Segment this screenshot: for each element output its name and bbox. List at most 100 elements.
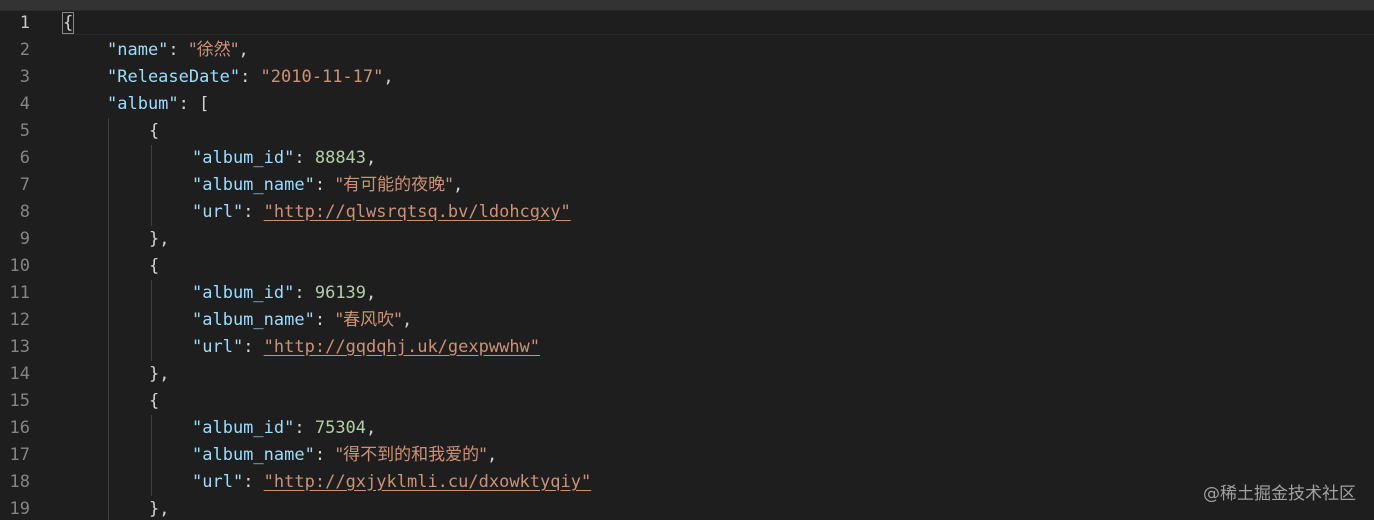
- quote: ": [580, 472, 592, 492]
- json-key: "album_name": [192, 310, 315, 330]
- colon: :: [294, 148, 315, 168]
- line-number: 17: [9, 445, 30, 465]
- code-line-2: "name": "徐然",: [107, 37, 249, 64]
- line-number: 11: [9, 283, 30, 303]
- comma: ,: [383, 67, 394, 87]
- code-line-17: "album_name": "得不到的和我爱的",: [192, 442, 497, 469]
- code-line-13: "url": "http://gqdqhj.uk/gexpwwhw": [192, 334, 540, 361]
- close-brace: },: [149, 364, 170, 384]
- colon: :: [314, 310, 336, 330]
- line-number: 1: [19, 13, 30, 33]
- code-line-16: "album_id": 75304,: [192, 415, 376, 442]
- code-line-18: "url": "http://gxjyklmli.cu/dxowktyqiy": [192, 469, 591, 496]
- code-line-19: },: [149, 496, 169, 520]
- open-brace: {: [149, 391, 160, 411]
- quote: ": [263, 202, 274, 222]
- line-number: 5: [19, 121, 30, 141]
- open-brace: {: [149, 256, 160, 276]
- comma: ,: [401, 310, 413, 330]
- comma: ,: [366, 283, 377, 303]
- code-line-14: },: [149, 361, 169, 388]
- comma: ,: [366, 418, 377, 438]
- open-brace: {: [61, 12, 75, 34]
- json-key: "url": [192, 337, 244, 357]
- colon: :: [243, 202, 264, 222]
- line-number: 7: [19, 175, 30, 195]
- code-line-6: "album_id": 88843,: [192, 145, 376, 172]
- json-key: "album_name": [192, 175, 315, 195]
- url-link[interactable]: http://gqdqhj.uk/gexpwwhw: [274, 337, 530, 357]
- comma: ,: [452, 175, 464, 195]
- line-number: 3: [19, 67, 30, 87]
- line-number: 13: [9, 337, 30, 357]
- code-line-4: "album": [: [107, 91, 209, 118]
- line-number: 12: [9, 310, 30, 330]
- json-number: 88843: [314, 148, 367, 168]
- json-key: "name": [107, 40, 169, 60]
- colon: :: [294, 418, 315, 438]
- json-number: 96139: [314, 283, 367, 303]
- line-number: 18: [9, 472, 30, 492]
- code-editor[interactable]: 1 2 3 4 5 6 7 8 9 10 11 12 13 14 15 16 1…: [0, 0, 1374, 520]
- url-link[interactable]: http://qlwsrqtsq.bv/ldohcgxy: [274, 202, 561, 222]
- json-key: "album_id": [192, 418, 295, 438]
- line-number: 2: [19, 40, 30, 60]
- colon: :: [314, 175, 336, 195]
- quote: ": [560, 202, 571, 222]
- json-number: 75304: [314, 418, 367, 438]
- colon: :: [243, 337, 264, 357]
- code-line-1: {: [61, 10, 75, 37]
- indent-guide: [108, 118, 109, 520]
- url-string: "http://gxjyklmli.cu/dxowktyqiy": [264, 472, 592, 492]
- code-line-7: "album_name": "有可能的夜晚",: [192, 172, 463, 199]
- colon: :: [314, 445, 336, 465]
- code-line-8: "url": "http://qlwsrqtsq.bv/ldohcgxy": [192, 199, 571, 226]
- open-bracket: [: [199, 94, 210, 114]
- code-line-9: },: [149, 226, 169, 253]
- line-number: 19: [9, 499, 30, 519]
- json-key: "url": [192, 202, 244, 222]
- json-string: "得不到的和我爱的": [335, 445, 487, 465]
- watermark-text: @稀土掘金技术社区: [1203, 484, 1356, 504]
- code-line-3: "ReleaseDate": "2010-11-17",: [107, 64, 394, 91]
- close-brace: },: [149, 229, 170, 249]
- line-number: 6: [19, 148, 30, 168]
- colon: :: [243, 472, 264, 492]
- json-key: "album": [107, 94, 179, 114]
- quote: ": [529, 337, 541, 357]
- line-number: 8: [19, 202, 30, 222]
- quote: ": [263, 337, 274, 357]
- line-number: 4: [19, 94, 30, 114]
- code-line-12: "album_name": "春风吹",: [192, 307, 412, 334]
- json-key: "album_name": [192, 445, 315, 465]
- code-area[interactable]: { "name": "徐然", "ReleaseDate": "2010-11-…: [61, 10, 1374, 520]
- url-link[interactable]: http://gxjyklmli.cu/dxowktyqiy: [274, 472, 581, 492]
- json-key: "url": [192, 472, 244, 492]
- json-key: "ReleaseDate": [107, 67, 241, 87]
- json-string: "徐然": [188, 40, 239, 60]
- colon: :: [240, 67, 261, 87]
- json-key: "album_id": [192, 148, 295, 168]
- close-brace: },: [149, 499, 170, 519]
- json-string: "春风吹": [335, 310, 402, 330]
- json-key: "album_id": [192, 283, 295, 303]
- url-string: "http://gqdqhj.uk/gexpwwhw": [264, 337, 540, 357]
- comma: ,: [366, 148, 377, 168]
- line-number: 16: [9, 418, 30, 438]
- comma: ,: [486, 445, 498, 465]
- line-number: 9: [19, 229, 30, 249]
- code-line-11: "album_id": 96139,: [192, 280, 376, 307]
- colon: :: [178, 94, 200, 114]
- line-number: 14: [9, 364, 30, 384]
- code-line-15: {: [149, 388, 159, 415]
- line-number-gutter: 1 2 3 4 5 6 7 8 9 10 11 12 13 14 15 16 1…: [0, 10, 60, 520]
- code-line-5: {: [149, 118, 159, 145]
- indent-guide: [151, 415, 152, 496]
- comma: ,: [238, 40, 249, 60]
- url-string: "http://qlwsrqtsq.bv/ldohcgxy": [264, 202, 571, 222]
- line-number: 10: [9, 256, 30, 276]
- quote: ": [263, 472, 274, 492]
- line-number: 15: [9, 391, 30, 411]
- indent-guide: [151, 280, 152, 361]
- indent-guide: [151, 145, 152, 226]
